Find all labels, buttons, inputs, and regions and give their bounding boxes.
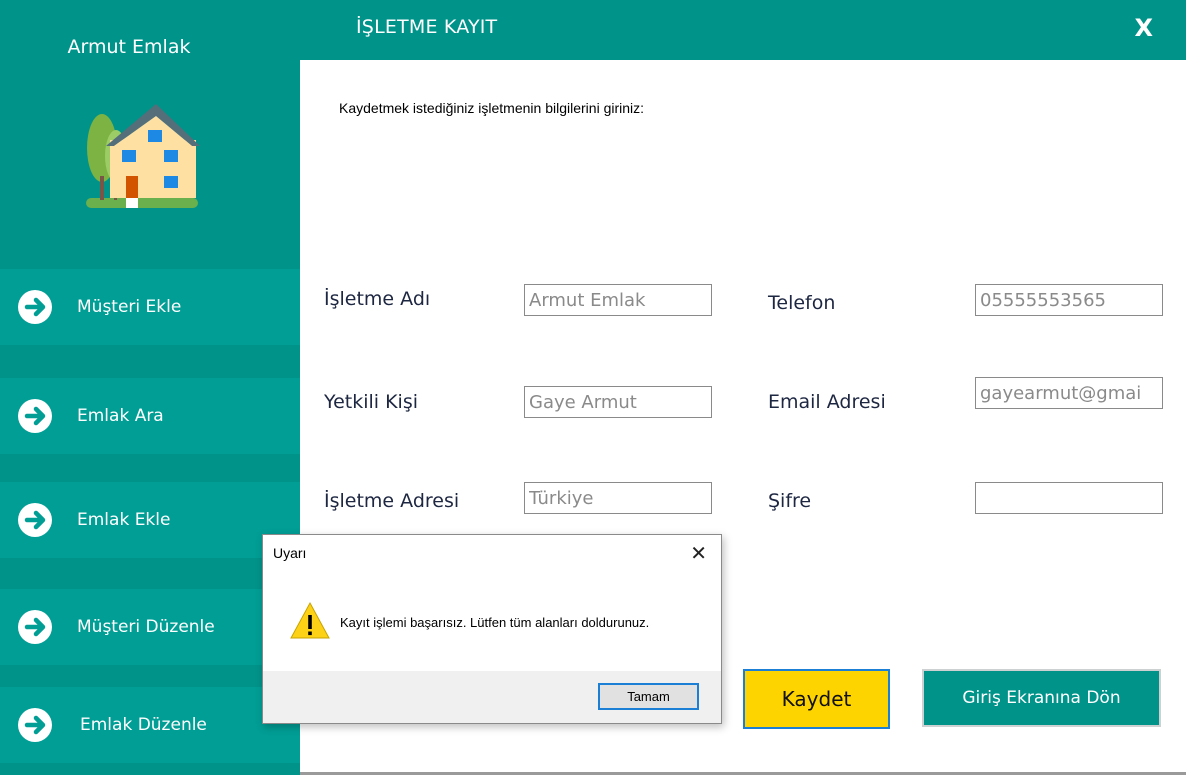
house-logo-icon: [86, 104, 200, 208]
password-input[interactable]: [975, 482, 1163, 514]
arrow-right-circle-icon: [18, 610, 52, 644]
arrow-right-circle-icon: [18, 290, 52, 324]
business-name-label: İşletme Adı: [324, 288, 431, 310]
business-name-input[interactable]: [524, 284, 712, 316]
arrow-right-circle-icon: [18, 503, 52, 537]
business-address-input[interactable]: [524, 482, 712, 514]
save-button[interactable]: Kaydet: [743, 669, 890, 729]
email-label: Email Adresi: [768, 391, 886, 413]
sidebar-item-label: Emlak Ekle: [77, 510, 171, 530]
contact-person-input[interactable]: [524, 386, 712, 418]
warning-icon: [290, 601, 330, 639]
form-instruction: Kaydetmek istediğiniz işletmenin bilgile…: [339, 100, 645, 116]
sidebar-item-label: Emlak Düzenle: [80, 715, 207, 735]
title-bar: İŞLETME KAYIT X: [300, 0, 1186, 60]
sidebar-item-emlak-ekle[interactable]: Emlak Ekle: [0, 482, 300, 558]
phone-input[interactable]: [975, 284, 1163, 316]
arrow-right-circle-icon: [18, 708, 52, 742]
page-title: İŞLETME KAYIT: [356, 16, 498, 38]
dialog-ok-button[interactable]: Tamam: [598, 683, 699, 710]
brand-name: Armut Emlak: [67, 36, 191, 58]
email-input[interactable]: [975, 377, 1163, 409]
sidebar-item-label: Müşteri Düzenle: [77, 617, 215, 637]
dialog-message: Kayıt işlemi başarısız. Lütfen tüm alanl…: [340, 615, 650, 630]
sidebar-item-musteri-duzenle[interactable]: Müşteri Düzenle: [0, 589, 300, 665]
sidebar-item-musteri-ekle[interactable]: Müşteri Ekle: [0, 269, 300, 345]
sidebar-item-emlak-ara[interactable]: Emlak Ara: [0, 378, 300, 454]
dialog-title: Uyarı: [273, 545, 307, 561]
sidebar-item-label: Müşteri Ekle: [77, 297, 182, 317]
sidebar-item-emlak-duzenle[interactable]: Emlak Düzenle: [0, 687, 300, 763]
sidebar: Armut Emlak Müşteri Ekle Emlak Ara Emlak…: [0, 0, 300, 775]
warning-dialog: Uyarı ✕ Kayıt işlemi başarısız. Lütfen t…: [262, 534, 722, 724]
contact-person-label: Yetkili Kişi: [324, 391, 419, 413]
sidebar-item-label: Emlak Ara: [77, 406, 164, 426]
back-to-login-button[interactable]: Giriş Ekranına Dön: [922, 669, 1161, 727]
dialog-close-button[interactable]: ✕: [690, 541, 707, 565]
password-label: Şifre: [768, 490, 812, 512]
arrow-right-circle-icon: [18, 399, 52, 433]
close-button[interactable]: X: [1134, 14, 1153, 42]
phone-label: Telefon: [768, 292, 836, 314]
business-address-label: İşletme Adresi: [324, 490, 460, 512]
